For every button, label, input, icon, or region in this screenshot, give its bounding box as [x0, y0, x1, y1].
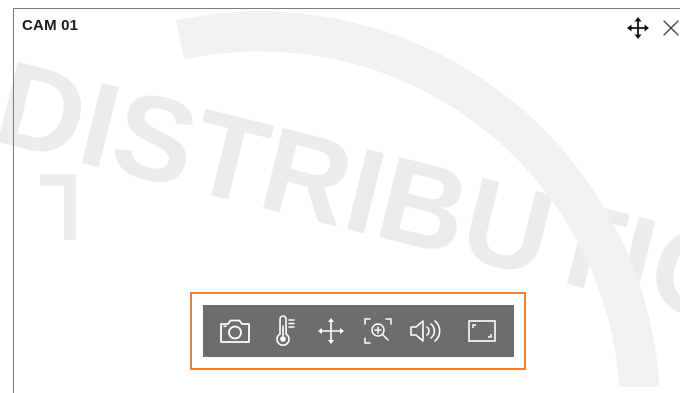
ptz-move-button[interactable] [313, 313, 349, 349]
camera-toolbar [203, 305, 514, 357]
camera-title: CAM 01 [22, 17, 79, 34]
audio-button[interactable] [407, 313, 443, 349]
thermometer-icon [276, 315, 295, 346]
zoom-in-icon [364, 318, 392, 344]
audio-speaker-icon [410, 320, 441, 342]
fullscreen-button[interactable] [464, 313, 500, 349]
close-icon[interactable] [661, 18, 680, 38]
fullscreen-icon [468, 320, 496, 342]
capture-button[interactable] [217, 313, 253, 349]
temperature-button[interactable] [267, 313, 303, 349]
camera-view-page: DISTRIBUTION CAM 01 [0, 0, 680, 393]
move-icon[interactable] [626, 16, 650, 40]
camera-capture-icon [220, 319, 250, 343]
move-arrows-icon [318, 318, 344, 344]
digital-zoom-button[interactable] [360, 313, 396, 349]
